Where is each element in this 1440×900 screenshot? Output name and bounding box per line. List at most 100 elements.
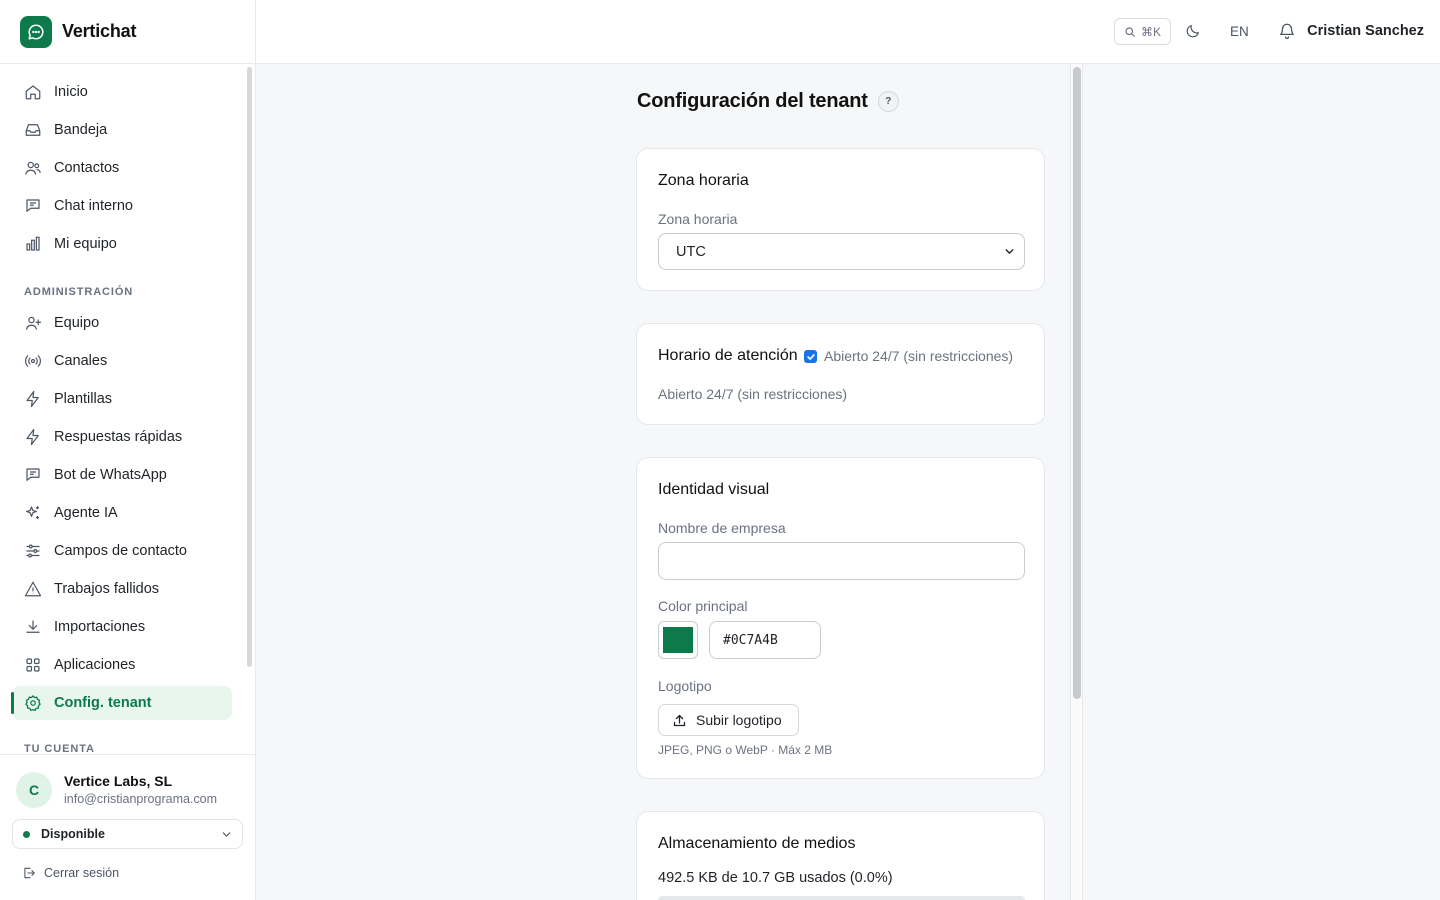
sidebar-item-label: Bandeja (54, 122, 108, 138)
theme-toggle-moon-icon[interactable] (1185, 23, 1201, 44)
logout-icon (22, 866, 36, 880)
field-label: Color principal (658, 598, 748, 614)
brand-name: Vertichat (62, 21, 137, 41)
radio-icon (24, 352, 42, 370)
card-title: Identidad visual (658, 481, 770, 498)
storage-progress-bar (658, 896, 1025, 900)
bell-icon[interactable] (1278, 22, 1296, 45)
sidebar-item-label: Contactos (54, 160, 120, 176)
sidebar-item-label: Config. tenant (54, 695, 152, 711)
upload-icon (672, 713, 687, 728)
page-title-text: Configuración del tenant (637, 90, 868, 112)
card-title: Horario de atención (658, 347, 798, 364)
brand-header: Vertichat (0, 0, 255, 64)
avatar[interactable]: C (16, 772, 52, 808)
timezone-card: Zona horaria Zona horaria UTC (636, 148, 1045, 291)
sidebar-item-trabajos-fallidos[interactable]: Trabajos fallidos (12, 572, 232, 606)
account-name: Vertice Labs, SL (64, 773, 173, 789)
bar-chart-icon (24, 235, 42, 253)
bolt-icon (24, 390, 42, 408)
sidebar-scrollbar[interactable] (247, 67, 252, 667)
sidebar-item-label: Chat interno (54, 198, 133, 214)
sidebar-item-label: Canales (54, 353, 108, 369)
sidebar-item-contactos[interactable]: Contactos (12, 151, 232, 185)
section-label-account: TU CUENTA (24, 743, 95, 754)
timezone-value: UTC (676, 243, 706, 260)
sidebar-item-label: Respuestas rápidas (54, 429, 183, 445)
upload-logo-button[interactable]: Subir logotipo (658, 704, 799, 736)
sidebar-item-plantillas[interactable]: Plantillas (12, 382, 232, 416)
right-pane (1083, 64, 1440, 900)
gear-icon (24, 694, 42, 712)
card-title: Zona horaria (658, 172, 749, 189)
top-bar: ⌘K EN Cristian Sanchez (256, 0, 1440, 64)
status-select[interactable]: Disponible (12, 819, 243, 849)
sidebar-item-label: Importaciones (54, 619, 146, 635)
user-plus-icon (24, 314, 42, 332)
warning-icon (24, 580, 42, 598)
inbox-icon (24, 121, 42, 139)
sliders-icon (24, 542, 42, 560)
search-shortcut: ⌘K (1140, 24, 1161, 39)
status-label: Disponible (41, 827, 105, 841)
sidebar-item-bot-whatsapp[interactable]: Bot de WhatsApp (12, 458, 232, 492)
field-label: Nombre de empresa (658, 520, 786, 536)
company-name-input[interactable] (658, 542, 1025, 580)
sidebar: Vertichat Inicio Bandeja Contactos Chat … (0, 0, 256, 900)
field-label: Zona horaria (658, 211, 738, 227)
logout-label: Cerrar sesión (44, 866, 120, 880)
section-label-admin: ADMINISTRACIÓN (24, 286, 134, 298)
sidebar-item-label: Bot de WhatsApp (54, 467, 167, 483)
business-hours-card: Horario de atención Abierto 24/7 (sin re… (636, 323, 1045, 425)
open-24-7-checkbox[interactable] (804, 350, 817, 363)
home-icon (24, 83, 42, 101)
sidebar-item-bandeja[interactable]: Bandeja (12, 113, 232, 147)
users-icon (24, 159, 42, 177)
card-title: Almacenamiento de medios (658, 835, 856, 852)
sidebar-item-campos-contacto[interactable]: Campos de contacto (12, 534, 232, 568)
hours-summary: Abierto 24/7 (sin restricciones) (658, 386, 848, 402)
sidebar-item-label: Mi equipo (54, 236, 117, 252)
chevron-down-icon (220, 828, 233, 844)
scrollbar-thumb[interactable] (1073, 67, 1081, 699)
upload-hint: JPEG, PNG o WebP · Máx 2 MB (658, 743, 833, 757)
sidebar-item-importaciones[interactable]: Importaciones (12, 610, 232, 644)
sidebar-item-chat-interno[interactable]: Chat interno (12, 189, 232, 223)
status-dot-icon (23, 830, 30, 838)
visual-identity-card: Identidad visual Nombre de empresa Color… (636, 457, 1045, 779)
search-button[interactable]: ⌘K (1114, 18, 1171, 45)
chat-icon (24, 466, 42, 484)
language-toggle[interactable]: EN (1230, 24, 1249, 39)
color-hex-input[interactable]: #0C7A4B (709, 621, 821, 659)
sparkles-icon (24, 504, 42, 522)
bolt-icon (24, 428, 42, 446)
sidebar-item-label: Plantillas (54, 391, 113, 407)
sidebar-item-canales[interactable]: Canales (12, 344, 232, 378)
account-panel: C Vertice Labs, SL info@cristianprograma… (0, 754, 255, 900)
chat-icon (24, 197, 42, 215)
chat-logo-icon (20, 15, 52, 48)
sidebar-item-label: Aplicaciones (54, 657, 136, 673)
user-menu[interactable]: Cristian Sanchez (1307, 23, 1424, 39)
timezone-select[interactable]: UTC (658, 233, 1025, 270)
sidebar-item-respuestas-rapidas[interactable]: Respuestas rápidas (12, 420, 232, 454)
media-storage-card: Almacenamiento de medios 492.5 KB de 10.… (636, 811, 1045, 900)
sidebar-item-mi-equipo[interactable]: Mi equipo (12, 227, 232, 261)
help-icon[interactable]: ? (877, 91, 899, 112)
color-swatch (663, 627, 693, 653)
sidebar-item-label: Agente IA (54, 505, 118, 521)
sidebar-item-label: Equipo (54, 315, 100, 331)
account-email: info@cristianprograma.com (64, 792, 218, 806)
checkbox-label[interactable]: Abierto 24/7 (sin restricciones) (824, 348, 1013, 364)
sidebar-item-config-tenant[interactable]: Config. tenant (11, 686, 232, 720)
color-picker[interactable] (658, 621, 698, 659)
storage-usage: 492.5 KB de 10.7 GB usados (0.0%) (658, 870, 893, 886)
sidebar-item-equipo[interactable]: Equipo (12, 306, 232, 340)
sidebar-nav: Inicio Bandeja Contactos Chat interno Mi… (0, 64, 255, 754)
logout-button[interactable]: Cerrar sesión (22, 866, 119, 880)
sidebar-item-agente-ia[interactable]: Agente IA (12, 496, 232, 530)
sidebar-item-inicio[interactable]: Inicio (12, 75, 232, 109)
search-icon (1125, 26, 1135, 37)
main-scrollbar[interactable] (1070, 64, 1083, 900)
sidebar-item-aplicaciones[interactable]: Aplicaciones (12, 648, 232, 682)
